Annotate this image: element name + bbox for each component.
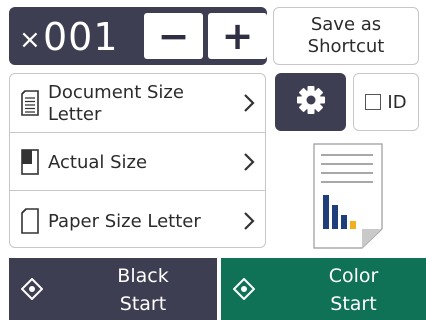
setting-item-paper-size[interactable]: Paper Size Letter <box>10 190 265 247</box>
save-as-shortcut-button[interactable]: Save as Shortcut <box>273 7 419 65</box>
actual-size-label: Actual Size <box>48 152 148 173</box>
black-start-line1: Black <box>117 265 169 287</box>
color-start-line2: Start <box>330 293 377 315</box>
save-as-shortcut-line2: Shortcut <box>307 36 385 57</box>
document-size-label: Document Size <box>48 82 184 103</box>
id-copy-option[interactable]: ID <box>353 73 419 131</box>
chevron-right-icon <box>243 93 255 117</box>
actual-size-icon <box>19 148 41 180</box>
copy-settings-list: Document Size Letter Actual Size Paper S… <box>9 73 266 248</box>
copies-count[interactable]: 001 <box>43 15 119 59</box>
decrease-copies-button[interactable]: − <box>144 13 203 59</box>
gear-icon <box>295 84 327 120</box>
copies-control: × 001 − + <box>9 7 267 65</box>
document-size-value: Letter <box>48 104 102 125</box>
save-as-shortcut-line1: Save as <box>310 14 382 35</box>
copy-preview-thumbnail <box>313 143 383 249</box>
chevron-right-icon <box>243 211 255 235</box>
paper-size-icon <box>19 207 41 239</box>
chevron-right-icon <box>243 152 255 176</box>
start-diamond-icon <box>232 277 256 304</box>
setting-item-actual-size[interactable]: Actual Size <box>10 132 265 191</box>
start-diamond-icon <box>20 277 44 304</box>
copies-multiplier-symbol: × <box>19 25 41 55</box>
document-size-icon <box>19 89 41 121</box>
black-start-line2: Start <box>119 293 167 315</box>
settings-button[interactable] <box>275 73 346 131</box>
color-start-button[interactable]: Color Start <box>221 258 426 320</box>
setting-item-document-size[interactable]: Document Size Letter <box>10 74 265 132</box>
id-label: ID <box>387 91 407 113</box>
color-start-line1: Color <box>328 265 379 287</box>
increase-copies-button[interactable]: + <box>208 13 267 59</box>
id-checkbox[interactable] <box>365 94 382 110</box>
paper-size-label: Paper Size Letter <box>48 211 201 232</box>
black-start-button[interactable]: Black Start <box>9 258 217 320</box>
